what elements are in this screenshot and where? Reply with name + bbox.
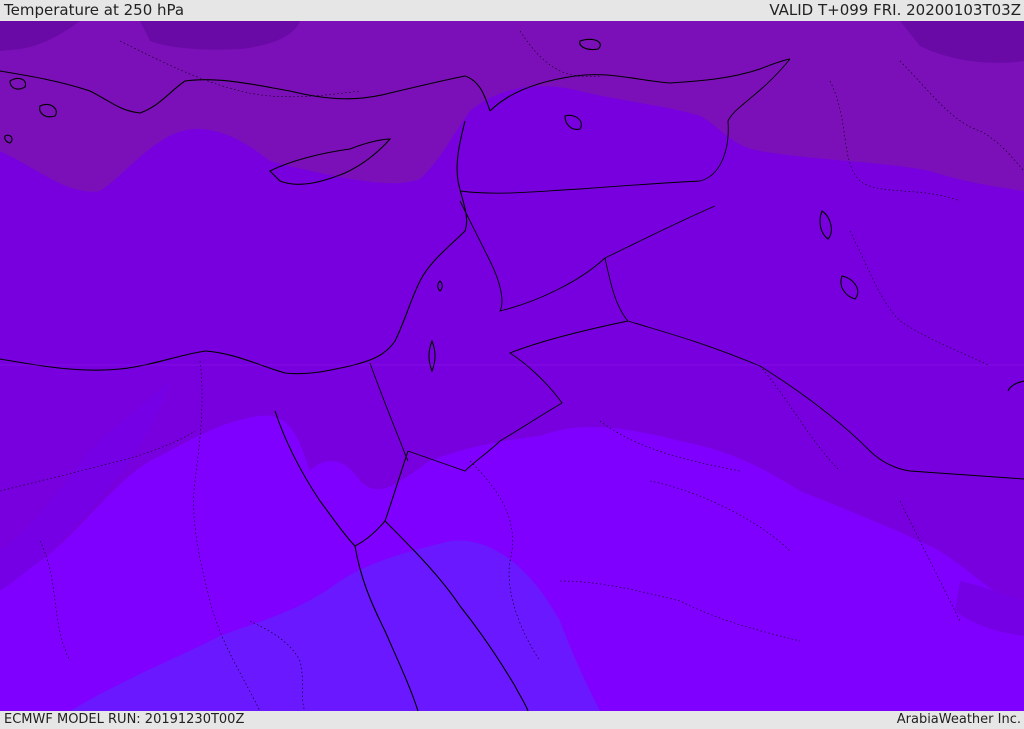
footer-bar: ECMWF MODEL RUN: 20191230T00Z ArabiaWeat… <box>0 711 1024 729</box>
valid-time-label: VALID T+099 FRI. 20200103T03Z <box>769 1 1021 19</box>
temperature-map[interactable] <box>0 21 1024 711</box>
model-run-label: ECMWF MODEL RUN: 20191230T00Z <box>4 712 245 727</box>
credit-label: ArabiaWeather Inc. <box>896 712 1021 727</box>
header-bar: Temperature at 250 hPa VALID T+099 FRI. … <box>0 0 1024 21</box>
map-title: Temperature at 250 hPa <box>4 1 185 19</box>
map-canvas <box>0 21 1024 711</box>
